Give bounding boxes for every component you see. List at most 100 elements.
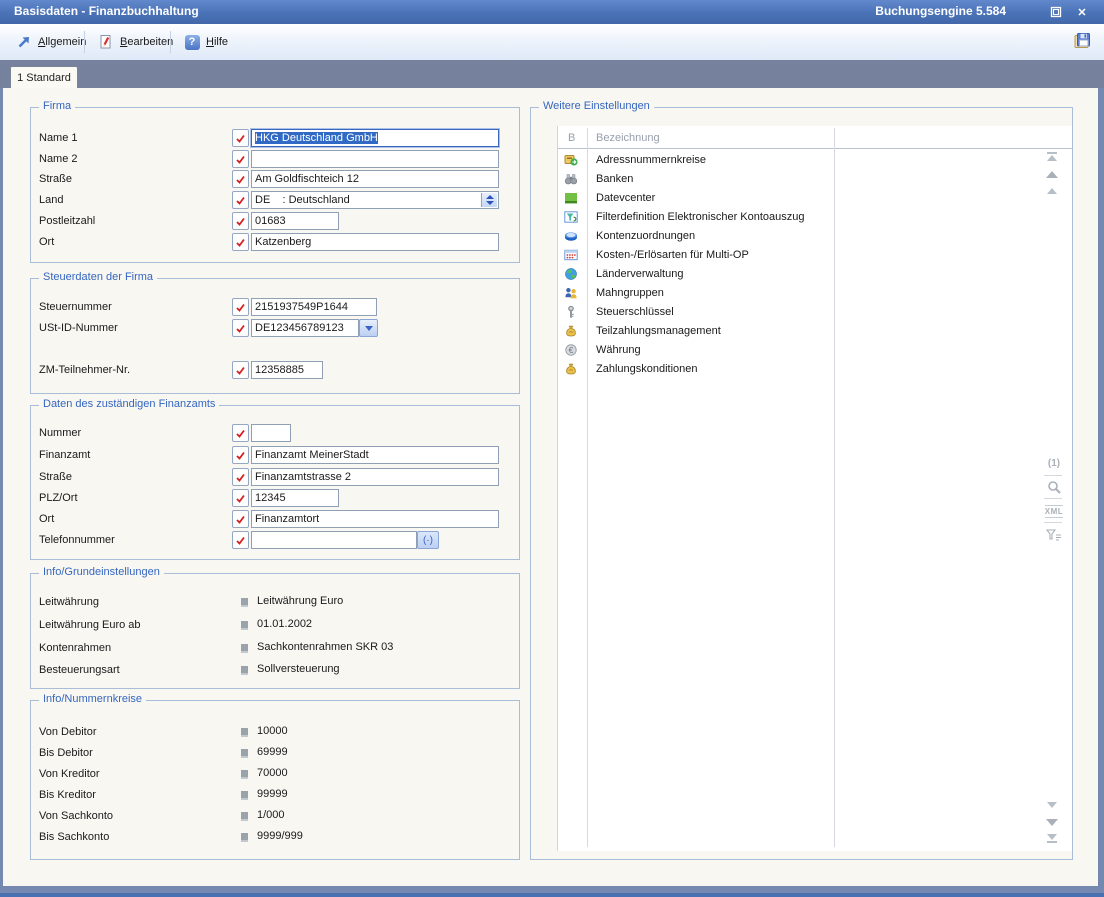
filter-tool[interactable] <box>1044 526 1064 544</box>
tabstrip: 1 Standard <box>0 60 1104 88</box>
settings-item-steuerschluessel[interactable]: Steuerschlüssel <box>558 303 1016 322</box>
edit-check-icon[interactable] <box>232 468 249 486</box>
close-icon: ✕ <box>1077 6 1086 19</box>
edit-check-icon[interactable] <box>232 191 249 209</box>
settings-item-datevcenter[interactable]: Datevcenter <box>558 189 1016 208</box>
restore-window-button[interactable] <box>1048 4 1064 20</box>
settings-item-adressnummernkreise[interactable]: Adressnummernkreise <box>558 151 1016 170</box>
settings-item-kontenzuordnungen[interactable]: Kontenzuordnungen <box>558 227 1016 246</box>
edit-check-icon[interactable] <box>232 129 249 147</box>
zm-teilnehmer-label: ZM-Teilnehmer-Nr. <box>39 364 130 376</box>
bullet-icon <box>241 791 248 800</box>
scroll-first-button[interactable] <box>1044 149 1060 163</box>
scroll-up-button[interactable] <box>1044 184 1060 198</box>
bullet-icon <box>241 666 248 675</box>
weitere-einstellungen-fieldset: Weitere Einstellungen B Bezeichnung Adre… <box>530 107 1073 860</box>
save-button[interactable] <box>1072 31 1092 51</box>
bullet-icon <box>241 770 248 779</box>
settings-item-teilzahlungsmanagement[interactable]: Teilzahlungsmanagement <box>558 322 1016 341</box>
field-row: Name 1 HKG Deutschland GmbH <box>39 129 511 147</box>
name2-input[interactable] <box>251 150 499 168</box>
close-window-button[interactable]: ✕ <box>1074 4 1090 20</box>
settings-item-mahngruppen[interactable]: Mahngruppen <box>558 284 1016 303</box>
bis-kreditor-label: Bis Kreditor <box>39 789 96 801</box>
menu-allgemein-button[interactable]: Allgemein <box>12 31 90 53</box>
search-tool[interactable] <box>1044 478 1064 496</box>
fa-plzort-input[interactable]: 12345 <box>251 489 339 507</box>
ort-input[interactable]: Katzenberg <box>251 233 499 251</box>
field-row: Ort Finanzamtort <box>39 510 511 528</box>
settings-item-label: Kosten-/Erlösarten für Multi-OP <box>596 249 749 261</box>
fa-nummer-input[interactable] <box>251 424 291 442</box>
land-value: DE : Deutschland <box>255 194 350 206</box>
name2-label: Name 2 <box>39 153 78 165</box>
field-row: Land DE : Deutschland <box>39 191 511 209</box>
column-header-b[interactable]: B <box>568 132 575 144</box>
edit-check-icon[interactable] <box>232 489 249 507</box>
fa-ort-input[interactable]: Finanzamtort <box>251 510 499 528</box>
phone-dial-button[interactable]: (·) <box>417 531 439 549</box>
edit-check-icon[interactable] <box>232 510 249 528</box>
firma-legend: Firma <box>39 100 75 112</box>
side-tool-divider <box>1044 475 1062 476</box>
record-count-tool[interactable]: (1) <box>1044 454 1064 472</box>
settings-item-label: Zahlungskonditionen <box>596 363 698 375</box>
edit-check-icon[interactable] <box>232 298 249 316</box>
xml-export-tool[interactable]: XML <box>1044 502 1064 520</box>
settings-item-label: Filterdefinition Elektronischer Kontoaus… <box>596 211 805 223</box>
scroll-page-up-button[interactable] <box>1044 167 1060 181</box>
settings-item-laenderverwaltung[interactable]: Länderverwaltung <box>558 265 1016 284</box>
menu-bearbeiten-button[interactable]: Bearbeiten <box>94 31 177 53</box>
bis-debitor-value: 69999 <box>257 746 288 758</box>
phone-dial-icon: (·) <box>423 535 433 546</box>
edit-check-icon[interactable] <box>232 150 249 168</box>
scroll-down-button[interactable] <box>1044 798 1060 812</box>
strasse-input[interactable]: Am Goldfischteich 12 <box>251 170 499 188</box>
ustid-dropdown-button[interactable] <box>359 319 378 337</box>
window-title: Basisdaten - Finanzbuchhaltung <box>14 4 199 18</box>
edit-check-icon[interactable] <box>232 170 249 188</box>
scroll-last-button[interactable] <box>1044 831 1060 845</box>
edit-check-icon[interactable] <box>232 319 249 337</box>
window-edge-bottom <box>0 886 1104 893</box>
fa-nummer-label: Nummer <box>39 427 81 439</box>
bullet-icon <box>241 749 248 758</box>
von-sachkonto-label: Von Sachkonto <box>39 810 113 822</box>
settings-item-zahlungskonditionen[interactable]: Zahlungskonditionen <box>558 360 1016 379</box>
edit-check-icon[interactable] <box>232 212 249 230</box>
field-row: Telefonnummer (·) <box>39 531 511 549</box>
settings-item-banken[interactable]: Banken <box>558 170 1016 189</box>
edit-check-icon[interactable] <box>232 233 249 251</box>
name1-input[interactable]: HKG Deutschland GmbH <box>251 129 499 147</box>
menu-hilfe-button[interactable]: ? Hilfe <box>180 31 232 53</box>
ustid-input[interactable]: DE123456789123 <box>251 319 359 337</box>
spinner-updown-icon[interactable] <box>481 193 497 207</box>
ustid-label: USt-ID-Nummer <box>39 322 118 334</box>
edit-check-icon[interactable] <box>232 531 249 549</box>
bullet-icon <box>241 833 248 842</box>
column-header-bezeichnung[interactable]: Bezeichnung <box>596 132 660 144</box>
settings-item-waehrung[interactable]: € Währung <box>558 341 1016 360</box>
zm-teilnehmer-input[interactable]: 12358885 <box>251 361 323 379</box>
plz-input[interactable]: 01683 <box>251 212 339 230</box>
edit-check-icon[interactable] <box>232 424 249 442</box>
scroll-page-down-button[interactable] <box>1044 815 1060 829</box>
settings-item-filterdefinition[interactable]: Filterdefinition Elektronischer Kontoaus… <box>558 208 1016 227</box>
restore-icon <box>1050 6 1062 18</box>
edit-check-icon[interactable] <box>232 361 249 379</box>
edit-check-icon[interactable] <box>232 446 249 464</box>
fa-name-input[interactable]: Finanzamt MeinerStadt <box>251 446 499 464</box>
settings-item-label: Datevcenter <box>596 192 655 204</box>
steuernummer-input[interactable]: 2151937549P1644 <box>251 298 377 316</box>
toolbar: Allgemein Bearbeiten ? Hilfe <box>0 24 1104 61</box>
fa-telefon-input[interactable] <box>251 531 417 549</box>
globe-icon <box>564 267 578 281</box>
filter-icon <box>1046 528 1062 542</box>
fa-strasse-input[interactable]: Finanzamtstrasse 2 <box>251 468 499 486</box>
fa-strasse-label: Straße <box>39 471 72 483</box>
land-select[interactable]: DE : Deutschland <box>251 191 499 209</box>
toolbar-separator <box>84 31 85 53</box>
settings-item-kosten-erloesarten[interactable]: Kosten-/Erlösarten für Multi-OP <box>558 246 1016 265</box>
bullet-icon <box>241 598 248 607</box>
tab-standard[interactable]: 1 Standard <box>10 66 78 89</box>
